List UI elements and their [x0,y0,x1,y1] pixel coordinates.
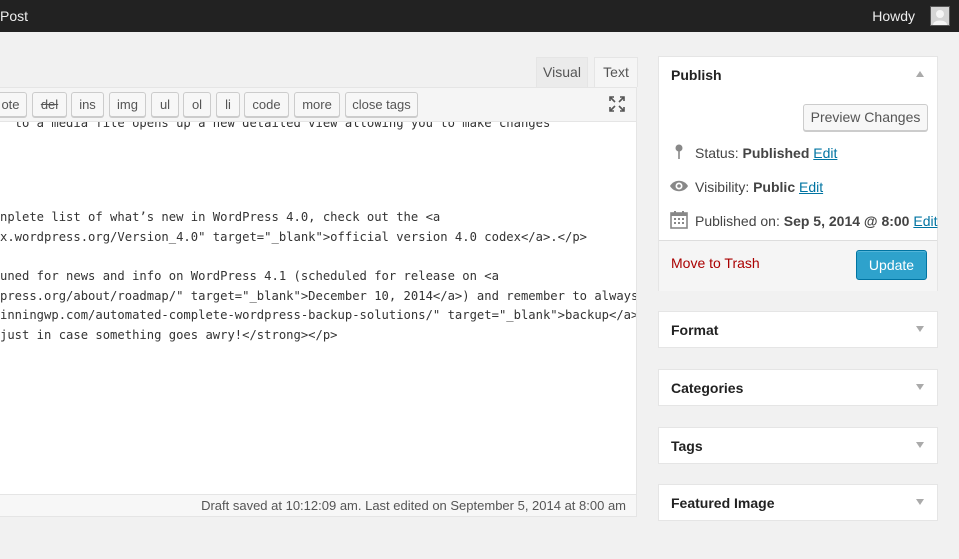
del-button[interactable]: del [32,92,67,117]
published-on-label: Published on: [695,213,780,229]
expand-arrow-icon[interactable] [916,326,924,332]
publish-box-header[interactable]: Publish [659,57,937,93]
code-button[interactable]: code [244,92,289,117]
code-line: press.org/about/roadmap/" target="_blank… [0,289,637,303]
expand-arrow-icon[interactable] [916,384,924,390]
major-publishing-actions: Move to Trash Update [659,240,937,291]
tags-box-header[interactable]: Tags [659,428,937,464]
ins-button[interactable]: ins [71,92,104,117]
code-line: uned for news and info on WordPress 4.1 … [0,269,499,283]
publish-box-title: Publish [671,67,722,83]
published-on-value: Sep 5, 2014 @ 8:00 [783,213,910,229]
close-tags-button[interactable]: close tags [345,92,418,117]
published-on-row: Published on: Sep 5, 2014 @ 8:00 Edit [669,209,937,233]
avatar[interactable] [930,6,950,26]
code-line: inningwp.com/automated-complete-wordpres… [0,308,637,322]
code-line: just in case something goes awry!</stron… [0,328,338,342]
format-box: Format [658,311,938,348]
visibility-value: Public [753,179,796,195]
format-box-header[interactable]: Format [659,312,937,348]
featured-image-box-header[interactable]: Featured Image [659,485,937,521]
edit-visibility-link[interactable]: Edit [799,179,823,195]
expand-arrow-icon[interactable] [916,499,924,505]
code-line: to a media file opens up a new detailed … [0,122,551,130]
code-line: nplete list of what’s new in WordPress 4… [0,210,441,224]
ol-button[interactable]: ol [183,92,211,117]
quicktags-toolbar: ote del ins img ul ol li code more close… [0,87,637,122]
publish-box: Publish Preview Changes Status: Publishe… [658,56,938,291]
content-textarea[interactable]: to a media file opens up a new detailed … [0,122,637,494]
format-box-title: Format [671,322,719,338]
li-button[interactable]: li [216,92,240,117]
categories-box: Categories [658,369,938,406]
fullscreen-icon[interactable] [608,95,626,113]
edit-date-link[interactable]: Edit [913,213,937,229]
expand-arrow-icon[interactable] [916,442,924,448]
tab-visual[interactable]: Visual [536,57,588,87]
img-button[interactable]: img [109,92,146,117]
featured-image-box-title: Featured Image [671,495,775,511]
visibility-row: Visibility: Public Edit [669,175,823,199]
preview-changes-button[interactable]: Preview Changes [803,104,928,131]
admin-bar-site-label[interactable]: Post [0,0,28,32]
tab-text[interactable]: Text [594,57,638,87]
tags-box: Tags [658,427,938,464]
featured-image-box: Featured Image [658,484,938,521]
tags-box-title: Tags [671,438,703,454]
status-row: Status: Published Edit [669,141,837,165]
more-button[interactable]: more [294,92,340,117]
calendar-icon [669,210,689,230]
status-label: Status: [695,145,739,161]
del-button-label: del [40,97,59,112]
status-value: Published [742,145,810,161]
update-button[interactable]: Update [856,250,927,280]
eye-icon [669,176,689,196]
pin-icon [669,142,689,162]
edit-status-link[interactable]: Edit [813,145,837,161]
editor-status-bar: Draft saved at 10:12:09 am. Last edited … [0,494,637,517]
categories-box-header[interactable]: Categories [659,370,937,406]
collapse-arrow-icon[interactable] [916,71,924,77]
visibility-label: Visibility: [695,179,750,195]
draft-status-text: Draft saved at 10:12:09 am. Last edited … [201,498,626,513]
ul-button[interactable]: ul [151,92,179,117]
user-avatar-icon [931,7,949,25]
move-to-trash-link[interactable]: Move to Trash [671,255,760,271]
code-line: x.wordpress.org/Version_4.0" target="_bl… [0,230,587,244]
admin-bar: Post Howdy [0,0,959,32]
quote-button[interactable]: ote [0,92,27,117]
categories-box-title: Categories [671,380,744,396]
howdy-label[interactable]: Howdy [872,0,915,32]
